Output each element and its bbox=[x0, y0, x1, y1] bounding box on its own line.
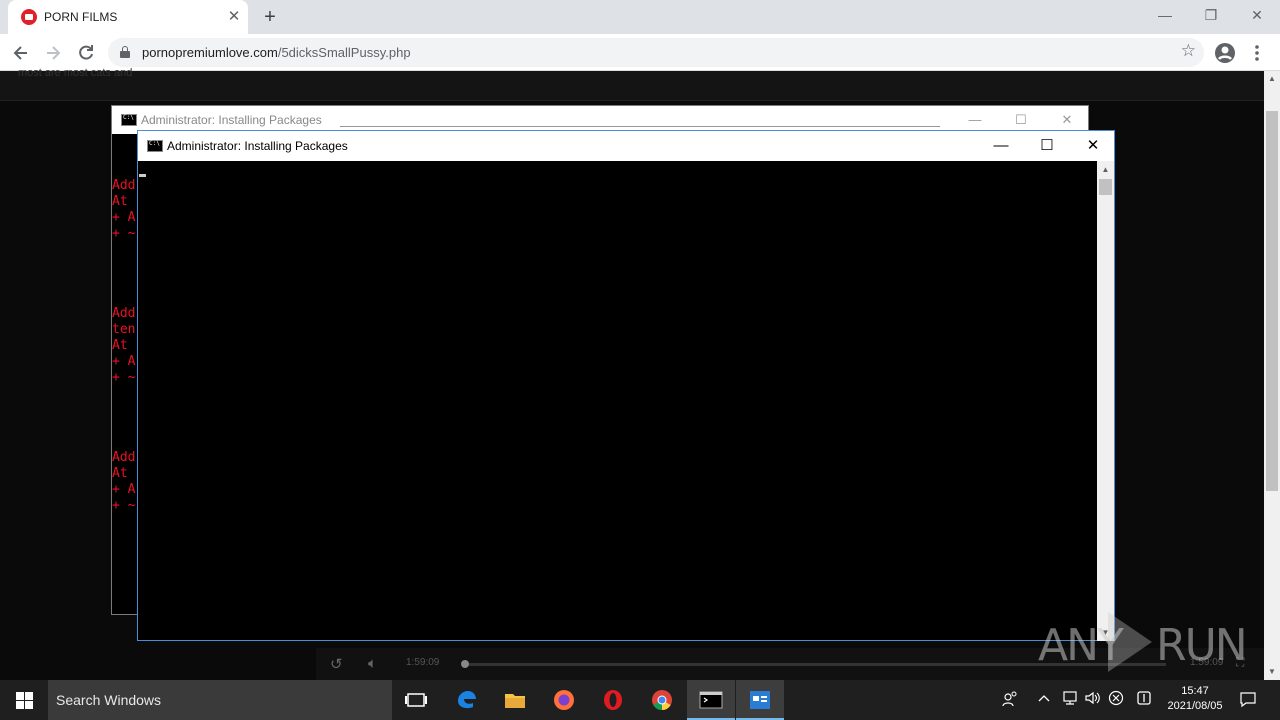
forward-arrow-icon[interactable] bbox=[40, 40, 66, 66]
chrome-icon[interactable] bbox=[638, 680, 686, 720]
error-line: + A bbox=[112, 354, 136, 369]
firefox-icon[interactable] bbox=[540, 680, 588, 720]
video-progress-knob[interactable] bbox=[461, 660, 469, 668]
page-faint-text: most are most cats and bbox=[18, 67, 133, 79]
back-console-rule bbox=[340, 126, 940, 127]
task-view-icon[interactable] bbox=[392, 680, 440, 720]
back-arrow-icon[interactable] bbox=[8, 40, 34, 66]
url-path: /5dicksSmallPussy.php bbox=[277, 45, 411, 60]
lock-icon[interactable] bbox=[120, 46, 130, 58]
front-console-maximize-button[interactable]: ☐ bbox=[1024, 131, 1070, 161]
console-scroll-thumb[interactable] bbox=[1099, 179, 1112, 195]
error-line: + ~ bbox=[112, 498, 136, 513]
error-line: + ~ bbox=[112, 226, 136, 241]
new-tab-button[interactable]: + bbox=[258, 5, 282, 29]
url-host: pornopremiumlove.com bbox=[142, 45, 278, 60]
text-cursor bbox=[139, 174, 146, 177]
address-bar[interactable]: pornopremiumlove.com/5dicksSmallPussy.ph… bbox=[108, 38, 1204, 67]
error-line: + A bbox=[112, 482, 136, 497]
front-console-minimize-button[interactable]: — bbox=[978, 131, 1024, 161]
error-line: + ~ bbox=[112, 370, 136, 385]
menu-dots-icon[interactable] bbox=[1244, 40, 1270, 66]
browser-close-button[interactable]: ✕ bbox=[1234, 0, 1280, 30]
volume-icon[interactable]: 🔈︎ bbox=[368, 655, 377, 672]
cmd-taskbar-icon[interactable] bbox=[687, 680, 735, 720]
taskbar-search-placeholder: Search Windows bbox=[56, 692, 162, 708]
anyrun-watermark: ANY RUN bbox=[1038, 612, 1248, 672]
taskbar-clock[interactable]: 15:47 2021/08/05 bbox=[1160, 684, 1230, 714]
input-method-icon[interactable] bbox=[1136, 690, 1152, 710]
front-console-close-button[interactable]: ✕ bbox=[1070, 131, 1116, 161]
profile-avatar-icon[interactable] bbox=[1212, 40, 1238, 66]
people-icon[interactable] bbox=[1001, 690, 1019, 712]
screen: PORN FILMS ✕ + — ❐ ✕ pornopremiumlove.co… bbox=[0, 0, 1280, 720]
page-scrollbar[interactable]: ▲ ▼ bbox=[1264, 71, 1280, 680]
browser-tabstrip: PORN FILMS ✕ + — ❐ ✕ bbox=[0, 0, 1280, 34]
watermark-right: RUN bbox=[1156, 620, 1248, 671]
scroll-down-arrow-icon[interactable]: ▼ bbox=[1264, 664, 1280, 680]
installer-taskbar-icon[interactable] bbox=[736, 680, 784, 720]
clock-time: 15:47 bbox=[1181, 685, 1209, 697]
blocked-icon[interactable] bbox=[1108, 690, 1124, 710]
windows-start-icon[interactable] bbox=[0, 680, 48, 720]
network-icon[interactable] bbox=[1061, 690, 1079, 710]
url-text: pornopremiumlove.com/5dicksSmallPussy.ph… bbox=[142, 45, 411, 60]
error-line: + A bbox=[112, 210, 136, 225]
file-explorer-icon[interactable] bbox=[491, 680, 539, 720]
page-header: most are most cats and bbox=[0, 67, 1264, 101]
bookmark-star-icon[interactable]: ☆ bbox=[1181, 41, 1196, 61]
taskbar: Search Windows 15:47 2021/08/05 bbox=[0, 680, 1280, 720]
tab-title: PORN FILMS bbox=[44, 10, 118, 24]
error-line: Add bbox=[112, 178, 136, 193]
notification-icon[interactable] bbox=[1239, 690, 1257, 712]
watermark-play-icon bbox=[1108, 612, 1152, 672]
console-scroll-up-icon[interactable]: ▲ bbox=[1097, 161, 1114, 178]
scroll-up-arrow-icon[interactable]: ▲ bbox=[1264, 71, 1280, 87]
back-console-title: Administrator: Installing Packages bbox=[141, 113, 322, 127]
opera-icon[interactable] bbox=[589, 680, 637, 720]
edge-icon[interactable] bbox=[443, 680, 491, 720]
error-line: At bbox=[112, 338, 128, 353]
tab-close-icon[interactable]: ✕ bbox=[224, 7, 244, 27]
browser-restore-button[interactable]: ❐ bbox=[1188, 0, 1234, 30]
browser-toolbar: pornopremiumlove.com/5dicksSmallPussy.ph… bbox=[0, 34, 1280, 71]
tray-chevron-up-icon[interactable] bbox=[1037, 690, 1051, 710]
console-scrollbar[interactable]: ▲ ▼ bbox=[1097, 161, 1114, 641]
clock-date: 2021/08/05 bbox=[1167, 700, 1223, 712]
browser-tab[interactable]: PORN FILMS ✕ bbox=[8, 0, 248, 34]
front-console-titlebar[interactable]: Administrator: Installing Packages — ☐ ✕ bbox=[138, 131, 1114, 161]
front-console-title: Administrator: Installing Packages bbox=[167, 139, 348, 153]
error-line: Add bbox=[112, 450, 136, 465]
cmd-icon bbox=[121, 114, 137, 126]
browser-minimize-button[interactable]: — bbox=[1142, 0, 1188, 30]
youtube-favicon-icon bbox=[21, 9, 37, 25]
error-line: Add bbox=[112, 306, 136, 321]
volume-tray-icon[interactable] bbox=[1084, 690, 1102, 710]
reload-icon[interactable] bbox=[73, 40, 99, 66]
error-line: At bbox=[112, 194, 128, 209]
error-line: At bbox=[112, 466, 128, 481]
error-line: ten bbox=[112, 322, 136, 337]
page-scroll-thumb[interactable] bbox=[1266, 111, 1278, 491]
replay-icon[interactable]: ↺ bbox=[330, 655, 343, 673]
front-console-window[interactable]: Administrator: Installing Packages — ☐ ✕… bbox=[137, 130, 1115, 641]
cmd-icon bbox=[147, 140, 163, 152]
video-time-left: 1:59:09 bbox=[406, 657, 440, 668]
taskbar-search-box[interactable]: Search Windows bbox=[48, 680, 392, 720]
